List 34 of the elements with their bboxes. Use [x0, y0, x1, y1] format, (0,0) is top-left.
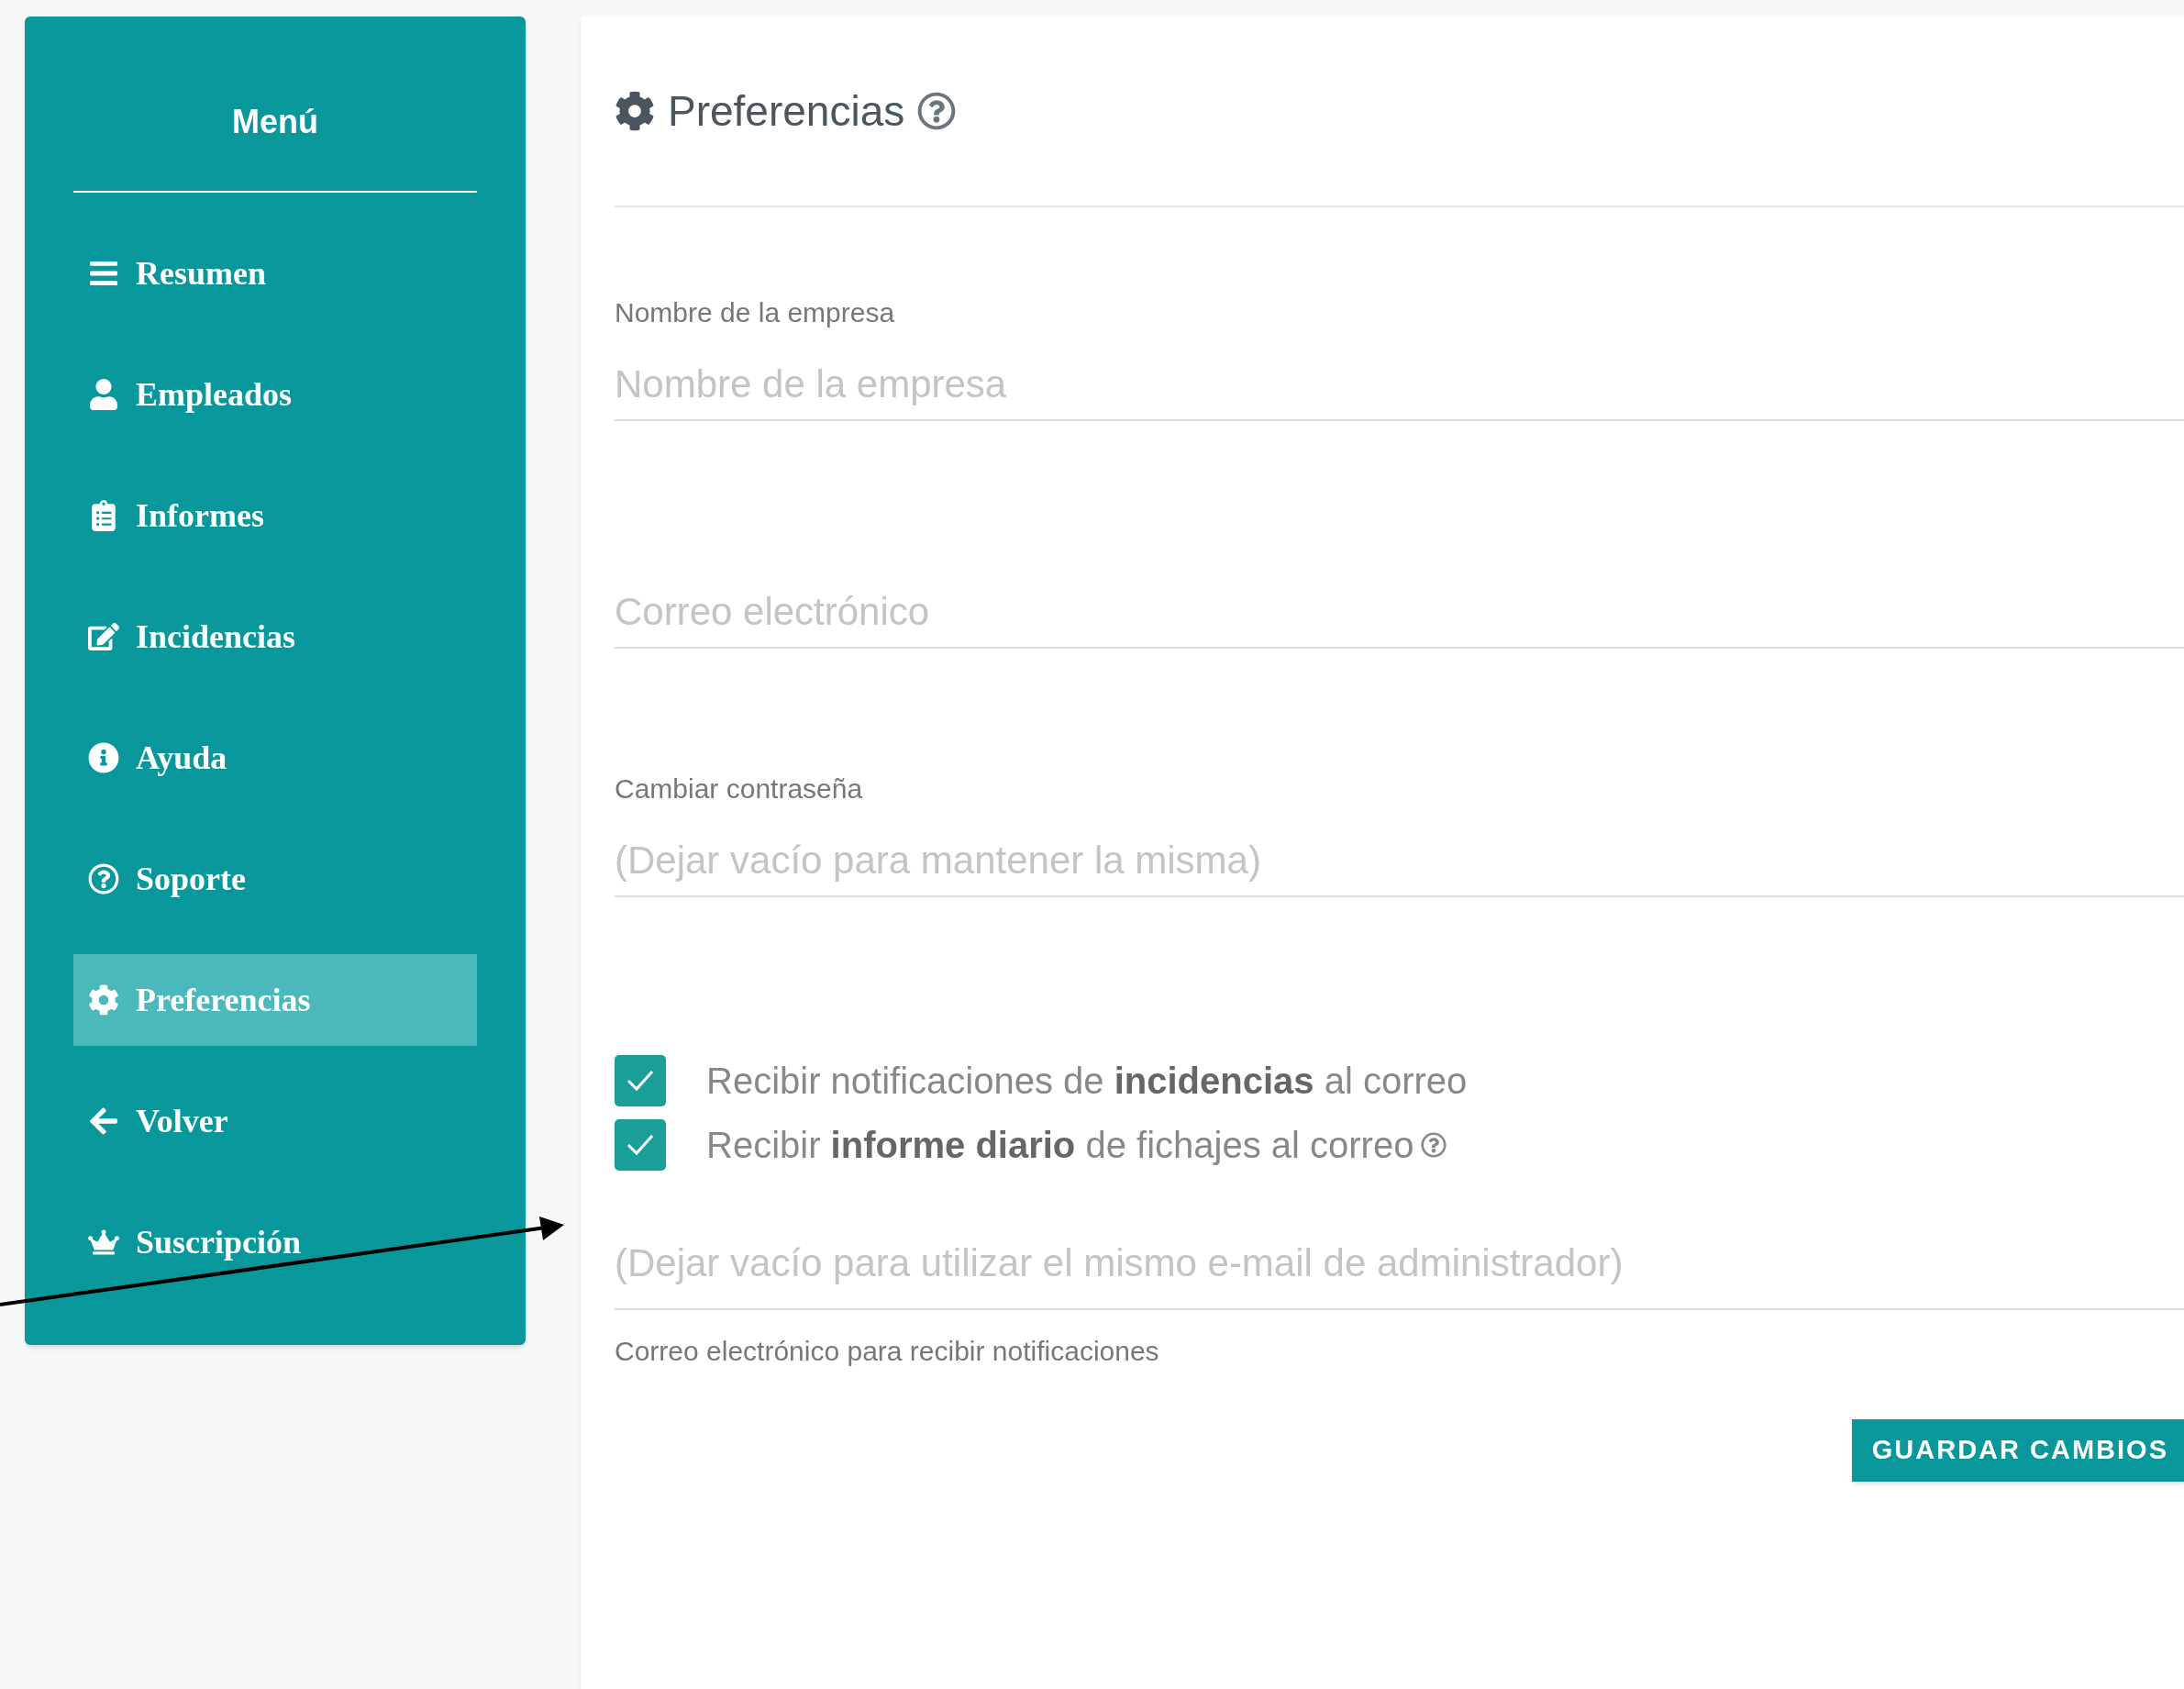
settings-icon: [88, 984, 119, 1016]
settings-icon: [615, 91, 655, 131]
panel-title: Preferencias: [668, 85, 905, 137]
sidebar-item[interactable]: Informes: [73, 470, 477, 561]
field-label: Nombre de la empresa: [615, 296, 896, 329]
email-field[interactable]: (Dejar vacío para utilizar el mismo e-mail de administrador): [615, 1218, 2184, 1310]
text-field[interactable]: Correo electrónico: [615, 577, 2184, 649]
help-icon[interactable]: [917, 92, 957, 130]
info-icon: [88, 742, 119, 773]
checkbox-label: Recibir informe diario de fichajes al correo: [706, 1124, 1414, 1167]
text-field[interactable]: (Dejar vacío para mantener la misma): [615, 826, 2184, 897]
sidebar-item[interactable]: Resumen: [73, 228, 477, 319]
user-icon: [88, 379, 119, 410]
checkmark-icon: [626, 1133, 655, 1157]
sidebar-item[interactable]: Volver: [73, 1075, 477, 1167]
sidebar-item[interactable]: Empleados: [73, 349, 477, 440]
sidebar-item[interactable]: Soporte: [73, 833, 477, 925]
field-label: Cambiar contraseña: [615, 772, 864, 806]
sidebar-item[interactable]: Suscripción: [73, 1196, 477, 1288]
help-icon[interactable]: [1421, 1132, 1447, 1158]
sidebar-item[interactable]: Preferencias: [73, 954, 477, 1046]
text-field[interactable]: Nombre de la empresa: [615, 350, 2184, 421]
arrow-left-icon: [88, 1106, 119, 1137]
checkmark-icon: [626, 1069, 655, 1093]
helper-text: Correo electrónico para recibir notificaciones: [615, 1335, 1160, 1368]
checkbox[interactable]: [615, 1055, 666, 1106]
sidebar-item[interactable]: Ayuda: [73, 712, 477, 804]
sidebar-item[interactable]: Incidencias: [73, 591, 477, 683]
help-icon: [88, 863, 119, 895]
checkbox-label: Recibir notificaciones de incidencias al correo: [706, 1060, 1468, 1103]
save-button[interactable]: GUARDAR CAMBIOS: [1851, 1419, 2184, 1482]
checkbox[interactable]: [615, 1119, 666, 1171]
menu-title: Menú: [73, 17, 477, 193]
edit-icon: [88, 621, 119, 652]
